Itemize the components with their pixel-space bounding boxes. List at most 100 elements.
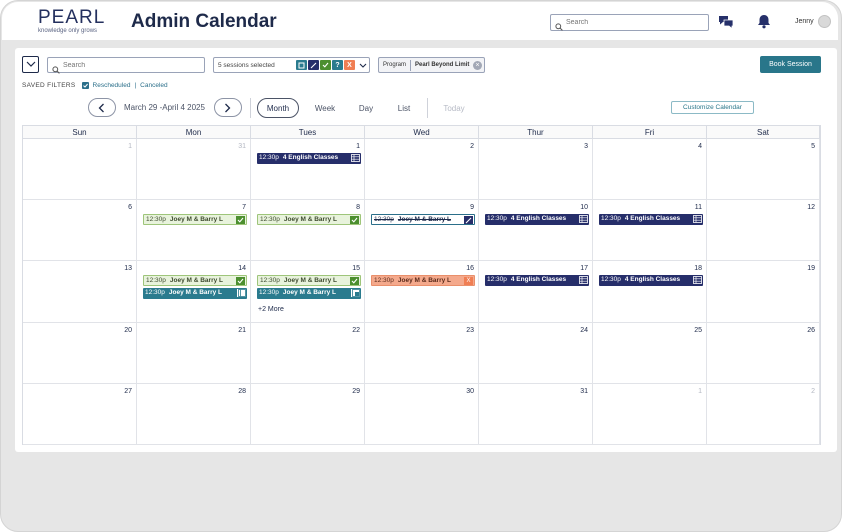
day-cell[interactable]: 17 12:30p 4 English Classes — [479, 261, 593, 323]
session-event[interactable]: 12:30p 4 English Classes — [485, 214, 589, 226]
view-list-button[interactable]: List — [388, 98, 420, 118]
view-day-button[interactable]: Day — [350, 98, 382, 118]
session-event[interactable]: 12:30p Joey M & Barry L — [143, 214, 247, 226]
day-cell[interactable]: 16 12:30p Joey M & Barry L X — [365, 261, 479, 323]
session-event[interactable]: 12:30p 4 English Classes — [599, 275, 703, 287]
day-cell[interactable]: 30 — [365, 383, 479, 445]
session-event[interactable]: 12:30p 4 English Classes — [257, 153, 361, 164]
day-cell[interactable]: 31 — [479, 383, 593, 445]
day-number: 31 — [580, 387, 588, 395]
day-cell[interactable]: 20 — [23, 322, 137, 384]
session-event[interactable]: 12:30p 4 English Classes — [599, 214, 703, 226]
divider — [410, 60, 411, 71]
clear-program-icon[interactable]: × — [473, 61, 482, 70]
customize-calendar-button[interactable]: Customize Calendar — [671, 101, 754, 114]
day-cell[interactable]: 15 12:30p Joey M & Barry L 12:30p Joey M & B… — [251, 261, 365, 323]
session-event[interactable]: 12:30p 4 English Classes — [485, 275, 589, 287]
day-cell[interactable]: 6 — [23, 200, 137, 262]
program-filter-chip[interactable]: Program Pearl Beyond Limit × — [378, 57, 485, 73]
day-number: 18 — [694, 265, 702, 273]
notifications-icon[interactable] — [757, 14, 771, 34]
day-cell[interactable]: 24 — [479, 322, 593, 384]
session-event[interactable]: 12:30p Joey M & Barry L — [143, 275, 247, 287]
sessions-select[interactable]: 5 sessions selected ? X — [213, 57, 370, 73]
day-cell[interactable]: 1 12:30p 4 English Classes — [251, 139, 365, 201]
day-cell[interactable]: 22 — [251, 322, 365, 384]
day-cell[interactable]: 25 — [593, 322, 707, 384]
canceled-icon: X — [344, 60, 355, 70]
day-number: 6 — [128, 204, 132, 212]
day-cell[interactable]: 28 — [137, 383, 251, 445]
day-cell[interactable]: 13 — [23, 261, 137, 323]
saved-filter-rescheduled[interactable]: Rescheduled — [93, 82, 131, 89]
global-search[interactable] — [550, 14, 709, 31]
divider: | — [134, 82, 137, 89]
saved-filters-label: SAVED FILTERS — [22, 82, 76, 89]
check-icon — [236, 216, 245, 225]
day-cell[interactable]: 27 — [23, 383, 137, 445]
user-name[interactable]: Jenny — [795, 18, 814, 25]
pearl-logo[interactable]: PEARL knowledge only grows — [38, 8, 105, 34]
session-event[interactable]: 12:30p Joey M & Barry L — [257, 288, 361, 300]
day-cell[interactable]: 11 12:30p 4 English Classes — [593, 200, 707, 262]
checkbox-icon[interactable] — [81, 82, 89, 89]
day-number: 19 — [807, 265, 815, 273]
day-cell[interactable]: 12 — [707, 200, 820, 262]
previous-week-button[interactable] — [88, 98, 116, 117]
event-time: 12:30p — [259, 289, 279, 297]
event-title: Joey M & Barry L — [397, 277, 451, 285]
session-event[interactable]: 12:30p Joey M & Barry L — [143, 288, 247, 300]
day-cell[interactable]: 19 — [707, 261, 820, 323]
session-event[interactable]: 12:30p Joey M & Barry L — [371, 214, 475, 226]
book-session-button[interactable]: Book Session — [760, 56, 821, 73]
filter-search-input[interactable] — [63, 59, 201, 71]
day-cell[interactable]: 18 12:30p 4 English Classes — [593, 261, 707, 323]
rescheduled-icon — [308, 60, 319, 70]
day-cell[interactable]: 23 — [365, 322, 479, 384]
event-title: 4 English Classes — [624, 215, 681, 223]
event-time: 12:30p — [146, 216, 166, 224]
day-cell[interactable]: 7 12:30p Joey M & Barry L — [137, 200, 251, 262]
day-cell[interactable]: 8 12:30p Joey M & Barry L — [251, 200, 365, 262]
day-cell[interactable]: 1 — [23, 139, 137, 201]
messages-icon[interactable] — [718, 15, 734, 34]
day-cell[interactable]: 3 — [479, 139, 593, 201]
day-cell[interactable]: 26 — [707, 322, 820, 384]
event-time: 12:30p — [145, 289, 165, 297]
session-event[interactable]: 12:30p Joey M & Barry L X — [371, 275, 475, 287]
view-week-button[interactable]: Week — [305, 98, 345, 118]
more-events-link[interactable]: +2 More — [258, 306, 284, 313]
session-event[interactable]: 12:30p Joey M & Barry L — [257, 275, 361, 287]
day-cell[interactable]: 29 — [251, 383, 365, 445]
day-number: 2 — [811, 387, 815, 395]
global-search-input[interactable] — [566, 16, 704, 29]
event-title: Joey M & Barry L — [169, 216, 223, 224]
next-week-button[interactable] — [214, 98, 242, 117]
day-cell[interactable]: 4 — [593, 139, 707, 201]
day-cell[interactable]: 10 12:30p 4 English Classes — [479, 200, 593, 262]
day-number: 15 — [352, 265, 360, 273]
filter-collapse-button[interactable] — [22, 56, 39, 73]
saved-filter-canceled[interactable]: Canceled — [140, 82, 167, 89]
event-title: Joey M & Barry L — [282, 289, 336, 297]
logo-tagline: knowledge only grows — [38, 28, 98, 34]
event-title: 4 English Classes — [624, 276, 681, 284]
session-event[interactable]: 12:30p Joey M & Barry L — [257, 214, 361, 226]
list-icon — [579, 276, 588, 285]
day-cell[interactable]: 2 — [707, 383, 820, 445]
day-cell[interactable]: 31 — [137, 139, 251, 201]
day-cell[interactable]: 14 12:30p Joey M & Barry L 12:30p Joey M & B… — [137, 261, 251, 323]
view-month-button[interactable]: Month — [257, 98, 299, 118]
event-time: 12:30p — [260, 277, 280, 285]
day-cell[interactable]: 5 — [707, 139, 820, 201]
filter-search[interactable] — [47, 57, 205, 74]
day-number: 29 — [352, 387, 360, 395]
day-cell[interactable]: 9 12:30p Joey M & Barry L — [365, 200, 479, 262]
avatar[interactable] — [818, 15, 831, 28]
day-cell[interactable]: 1 — [593, 383, 707, 445]
today-button[interactable]: Today — [436, 98, 472, 118]
day-cell[interactable]: 2 — [365, 139, 479, 201]
day-cell[interactable]: 21 — [137, 322, 251, 384]
day-number: 30 — [466, 387, 474, 395]
event-title: Joey M & Barry L — [283, 277, 337, 285]
